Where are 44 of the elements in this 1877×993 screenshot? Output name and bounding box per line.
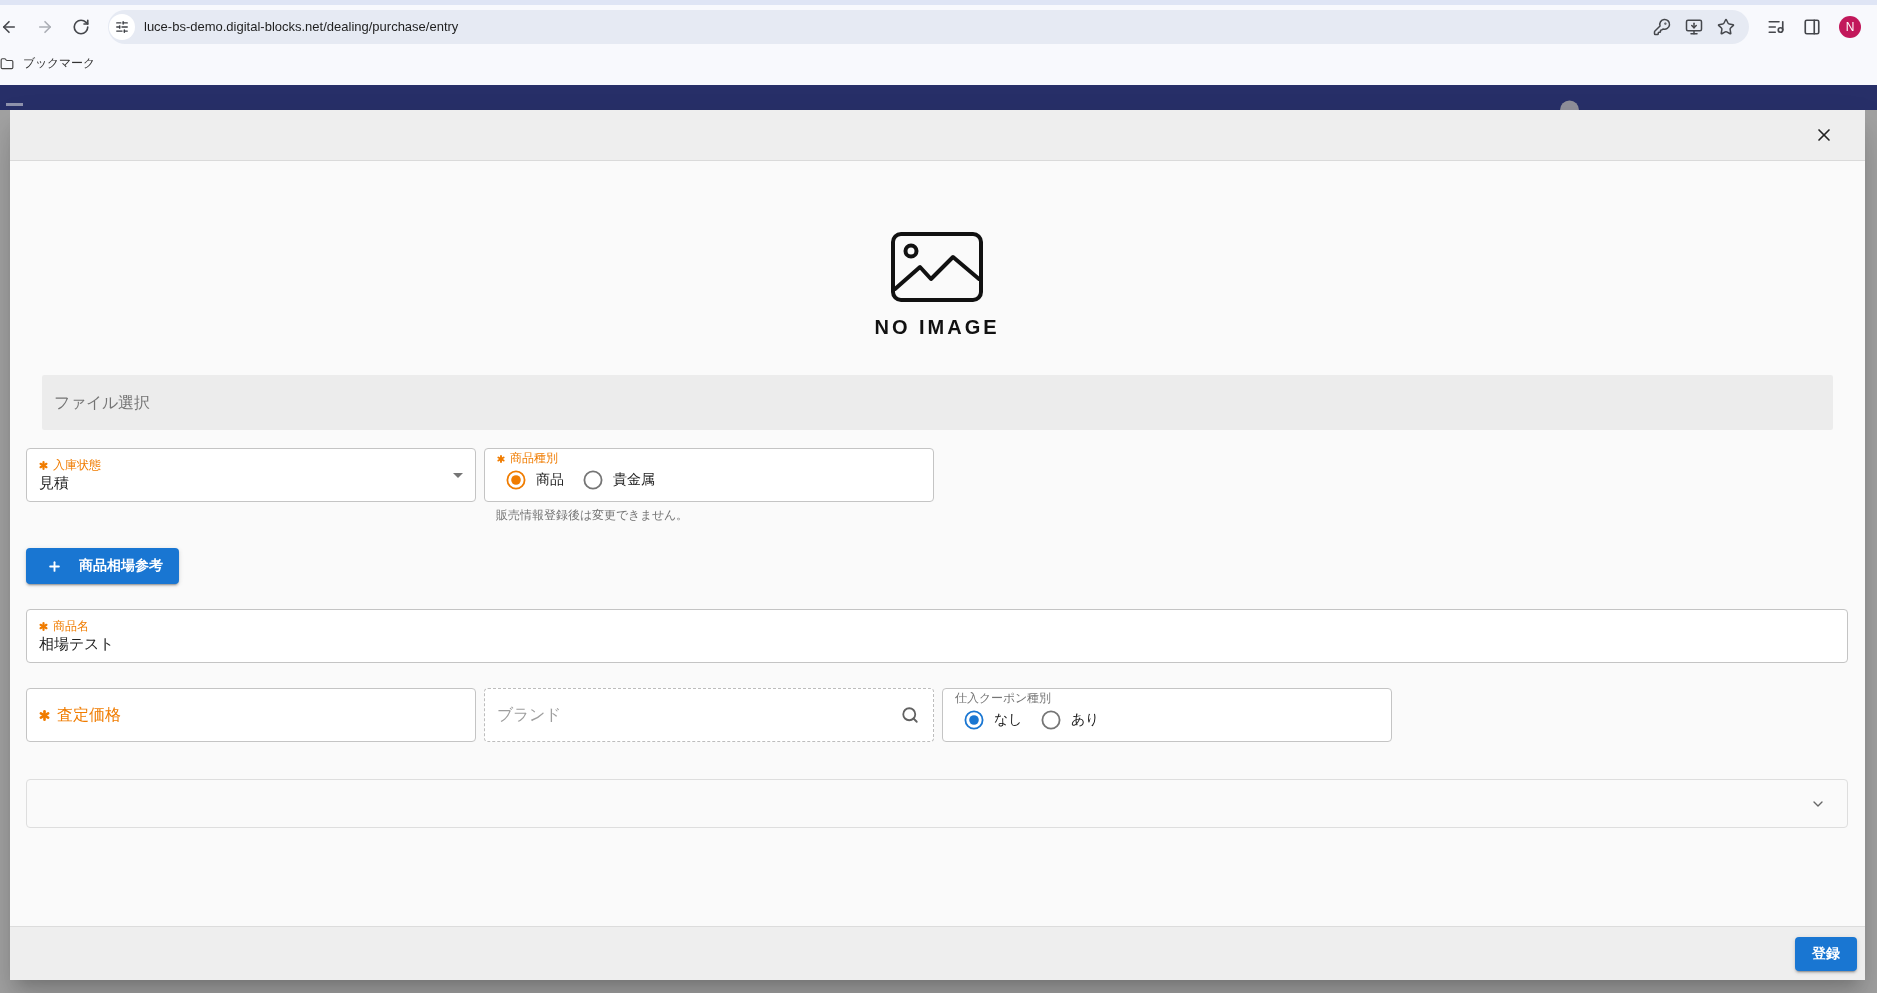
select-field[interactable]: 入庫状態 見積 xyxy=(26,448,476,502)
image-caption: NO IMAGE xyxy=(874,315,1000,339)
search-field[interactable]: ブランド xyxy=(484,688,934,742)
star-icon[interactable] xyxy=(1717,17,1735,36)
field-label: 査定価格 xyxy=(57,704,121,725)
field-value: 見積 xyxy=(39,472,69,493)
field-label: 商品名 xyxy=(53,617,89,635)
radio-option[interactable]: 貴金属 xyxy=(583,470,655,490)
side-panel-icon[interactable] xyxy=(1803,17,1821,36)
user-icon[interactable] xyxy=(1560,100,1579,110)
market-reference-button[interactable]: 商品相場参考 xyxy=(26,548,179,584)
required-asterisk-icon xyxy=(39,709,50,721)
radio-option[interactable]: なし xyxy=(964,710,1022,730)
register-button[interactable]: 登録 xyxy=(1795,936,1857,971)
required-asterisk-icon xyxy=(497,454,505,463)
folder-icon xyxy=(0,56,14,71)
url-text[interactable]: luce-bs-demo.digital-blocks.net/dealing/purchase/entry xyxy=(144,19,1639,34)
radio-icon[interactable] xyxy=(506,470,526,490)
field-value: 相場テスト xyxy=(39,633,114,654)
required-asterisk-icon xyxy=(39,621,48,631)
field-hint: 販売情報登録後は変更できません。 xyxy=(496,508,688,523)
required-asterisk-icon xyxy=(39,460,48,470)
radio-icon[interactable] xyxy=(583,470,603,490)
image-placeholder-icon xyxy=(891,232,983,302)
install-icon[interactable] xyxy=(1685,17,1703,36)
profile-avatar[interactable]: N xyxy=(1839,15,1861,38)
field-label: 入庫状態 xyxy=(53,456,101,474)
search-icon[interactable] xyxy=(901,706,919,724)
dropdown-caret-icon xyxy=(453,472,463,478)
file-input-field[interactable]: ファイル選択 xyxy=(42,375,1833,430)
address-bar[interactable]: luce-bs-demo.digital-blocks.net/dealing/purchase/entry xyxy=(108,9,1749,44)
radio-icon[interactable] xyxy=(1041,710,1061,730)
group-label: 仕入クーポン種別 xyxy=(955,690,1051,707)
radio-option[interactable]: 商品 xyxy=(506,470,564,490)
plus-icon xyxy=(47,558,62,574)
reload-icon xyxy=(72,17,90,36)
key-icon[interactable] xyxy=(1653,17,1671,36)
radio-option[interactable]: あり xyxy=(1041,710,1099,730)
reload-button[interactable] xyxy=(72,17,90,36)
bookmark-folder[interactable]: ブックマーク xyxy=(0,55,95,72)
site-settings-icon[interactable] xyxy=(109,13,135,40)
text-field[interactable]: 商品名 相場テスト xyxy=(26,609,1848,663)
radio-icon[interactable] xyxy=(964,710,984,730)
group-label: 商品種別 xyxy=(510,450,558,467)
